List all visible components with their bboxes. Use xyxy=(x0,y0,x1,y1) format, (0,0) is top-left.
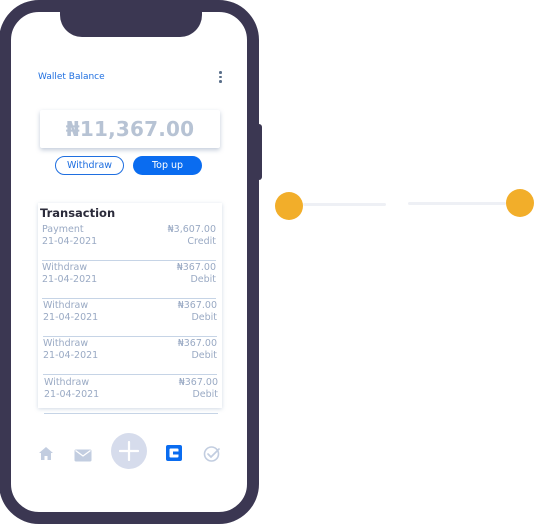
transaction-amount: ₦3,607.00 xyxy=(167,224,216,235)
phone-side-button xyxy=(256,124,262,180)
transaction-amount: ₦367.00 xyxy=(176,262,216,273)
transaction-date: 21-04-2021 xyxy=(44,389,100,400)
kebab-menu-icon[interactable] xyxy=(216,70,224,84)
transaction-amount: ₦367.00 xyxy=(178,377,218,388)
stepper-dot xyxy=(506,189,534,217)
transaction-date: 21-04-2021 xyxy=(43,350,99,361)
transaction-type: Withdraw xyxy=(42,262,88,273)
transaction-kind: Debit xyxy=(192,389,218,400)
home-icon[interactable] xyxy=(38,446,54,465)
transaction-date: 21-04-2021 xyxy=(42,236,98,247)
transaction-type: Withdraw xyxy=(44,377,90,388)
stepper-line xyxy=(303,203,386,206)
add-button[interactable] xyxy=(111,433,147,469)
transaction-row[interactable]: Withdraw 21-04-2021 ₦367.00 Debit xyxy=(43,337,217,375)
transaction-date: 21-04-2021 xyxy=(43,312,99,323)
transaction-title: Transaction xyxy=(40,206,116,220)
plus-icon xyxy=(119,441,139,461)
transaction-amount: ₦367.00 xyxy=(177,338,217,349)
transaction-kind: Debit xyxy=(191,350,217,361)
balance-amount: ₦11,367.00 xyxy=(65,117,195,141)
transaction-kind: Debit xyxy=(191,312,217,323)
transaction-row[interactable]: Withdraw 21-04-2021 ₦367.00 Debit xyxy=(44,376,218,414)
transaction-row[interactable]: Withdraw 21-04-2021 ₦367.00 Debit xyxy=(43,299,217,337)
transaction-type: Withdraw xyxy=(43,338,89,349)
stepper-dot xyxy=(275,192,303,220)
transaction-row[interactable]: Withdraw 21-04-2021 ₦367.00 Debit xyxy=(42,261,216,299)
topup-button[interactable]: Top up xyxy=(133,156,202,175)
transaction-amount: ₦367.00 xyxy=(177,300,217,311)
transaction-type: Payment xyxy=(42,224,84,235)
withdraw-button[interactable]: Withdraw xyxy=(55,156,124,175)
mail-icon[interactable] xyxy=(74,447,92,466)
phone-notch xyxy=(60,0,202,37)
transaction-type: Withdraw xyxy=(43,300,89,311)
transaction-kind: Debit xyxy=(190,274,216,285)
transaction-row[interactable]: Payment 21-04-2021 ₦3,607.00 Credit xyxy=(42,223,216,261)
wallet-icon[interactable] xyxy=(165,444,183,466)
check-badge-icon[interactable] xyxy=(203,445,221,467)
page-title: Wallet Balance xyxy=(38,72,105,82)
stepper-line xyxy=(408,202,506,205)
transaction-kind: Credit xyxy=(187,236,216,247)
transaction-date: 21-04-2021 xyxy=(42,274,98,285)
balance-card: ₦11,367.00 xyxy=(40,110,220,148)
